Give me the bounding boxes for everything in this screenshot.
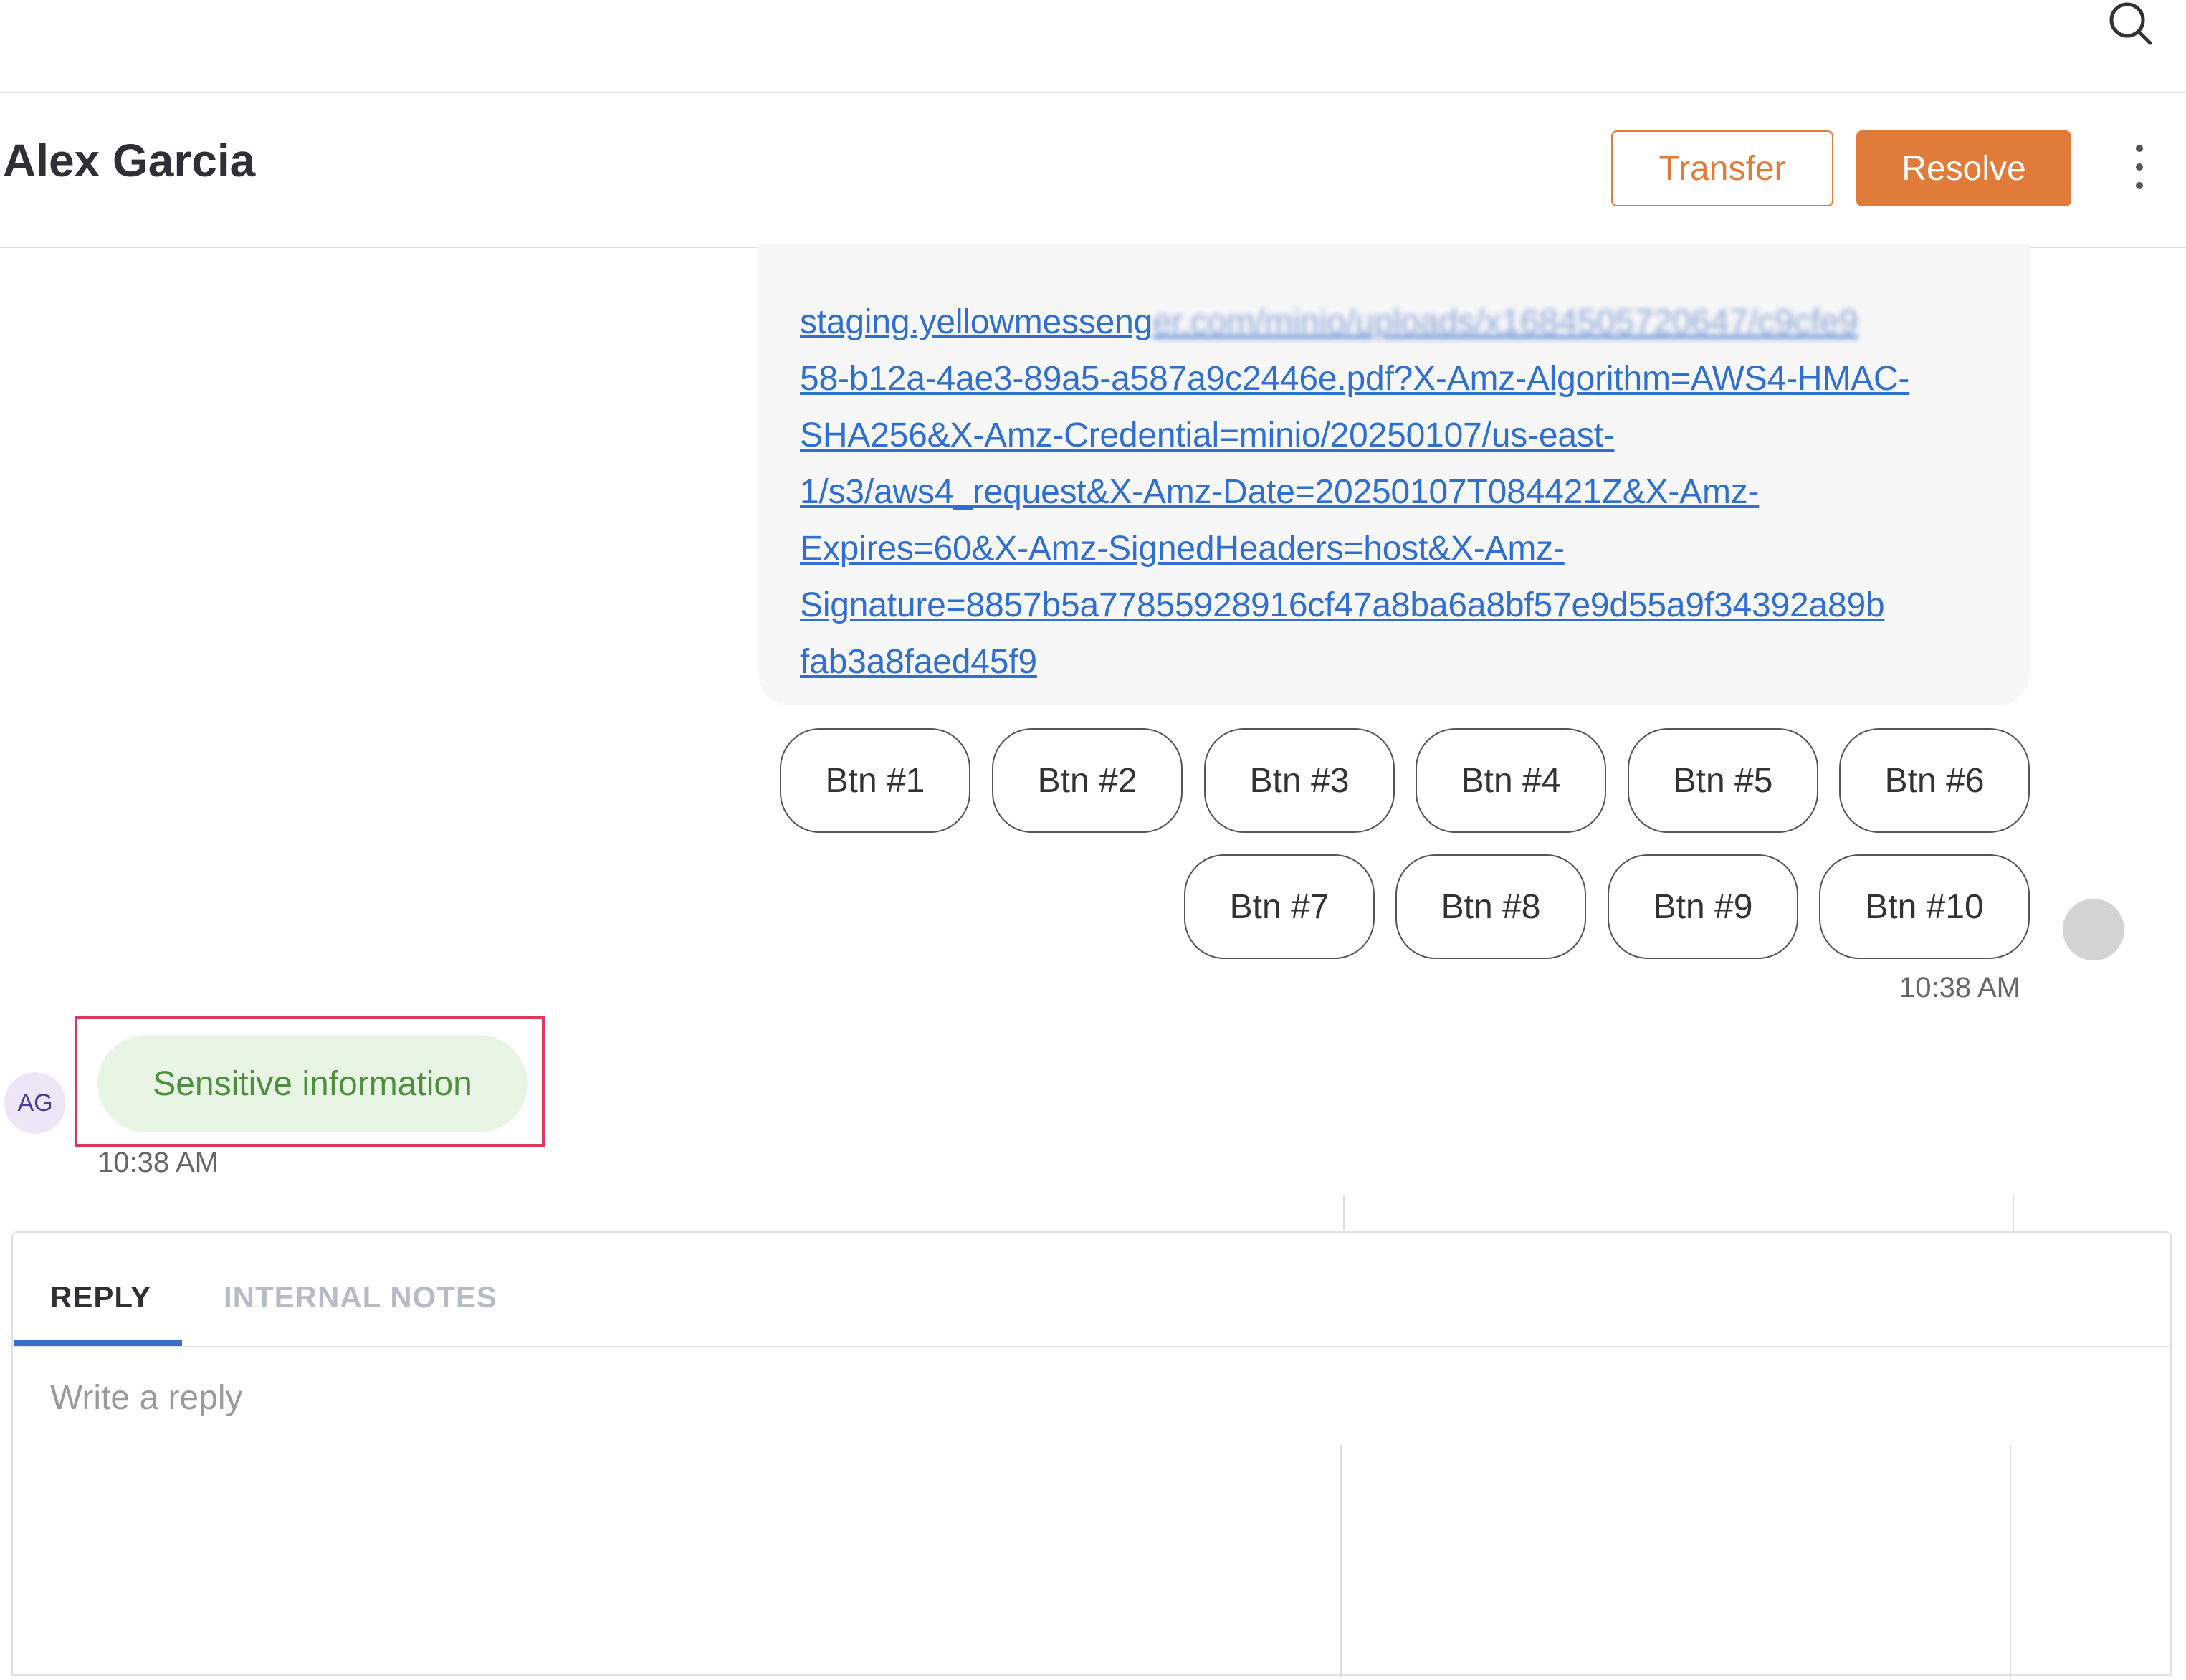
message-link-line[interactable]: staging.yellowmessenger.com/minio/upload…: [800, 294, 1990, 350]
quick-reply-button[interactable]: Btn #8: [1395, 854, 1586, 959]
reply-composer: REPLY INTERNAL NOTES: [11, 1231, 2173, 1677]
message-link-line[interactable]: 1/s3/aws4_request&X-Amz-Date=20250107T08…: [800, 464, 1990, 520]
resolve-button[interactable]: Resolve: [1856, 130, 2071, 206]
quick-reply-button[interactable]: Btn #10: [1819, 854, 2030, 959]
avatar: AG: [4, 1072, 66, 1134]
tab-internal-notes[interactable]: INTERNAL NOTES: [224, 1280, 497, 1314]
message-link-line[interactable]: fab3a8faed45f9: [800, 634, 1990, 690]
quick-reply-button[interactable]: Btn #3: [1204, 728, 1395, 833]
active-tab-indicator: [14, 1340, 182, 1346]
message-link-line[interactable]: Signature=8857b5a77855928916cf47a8ba6a8b…: [800, 577, 1990, 634]
bot-message-bubble: staging.yellowmessenger.com/minio/upload…: [758, 244, 2030, 705]
user-message-time: 10:38 AM: [97, 1147, 219, 1178]
message-link-line[interactable]: SHA256&X-Amz-Credential=minio/20250107/u…: [800, 407, 1990, 464]
quick-reply-button[interactable]: Btn #1: [780, 728, 970, 833]
quick-reply-button[interactable]: Btn #4: [1416, 728, 1606, 833]
bot-avatar: [2063, 899, 2124, 960]
message-link-line[interactable]: Expires=60&X-Amz-SignedHeaders=host&X-Am…: [800, 520, 1990, 577]
quick-reply-button[interactable]: Btn #6: [1839, 728, 2030, 833]
reply-input[interactable]: [50, 1369, 2129, 1426]
divider: [2010, 1445, 2011, 1677]
search-icon[interactable]: [2106, 0, 2156, 50]
more-options-icon[interactable]: [2129, 145, 2150, 195]
divider: [1340, 1445, 1342, 1677]
quick-reply-button[interactable]: Btn #5: [1628, 728, 1818, 833]
composer-tabs: REPLY INTERNAL NOTES: [13, 1233, 2173, 1347]
tab-reply[interactable]: REPLY: [50, 1280, 151, 1314]
transfer-button[interactable]: Transfer: [1611, 130, 1833, 206]
conversation-header: Alex Garcia Transfer Resolve: [0, 93, 2186, 248]
top-bar: [0, 0, 2186, 93]
divider: [1343, 1195, 1345, 1233]
bot-message-time: 10:38 AM: [1899, 972, 2021, 1003]
user-message-bubble: Sensitive information: [97, 1035, 528, 1132]
blurred-link-segment: er.com/minio/uploads/x1684505720647/c9cf…: [1152, 303, 1858, 341]
quick-reply-button[interactable]: Btn #2: [992, 728, 1183, 833]
quick-reply-button[interactable]: Btn #7: [1184, 854, 1375, 959]
quick-reply-button[interactable]: Btn #9: [1608, 854, 1798, 959]
message-link-line[interactable]: 58-b12a-4ae3-89a5-a587a9c2446e.pdf?X-Amz…: [800, 350, 1990, 407]
divider: [2013, 1195, 2014, 1233]
contact-name: Alex Garcia: [3, 135, 256, 186]
